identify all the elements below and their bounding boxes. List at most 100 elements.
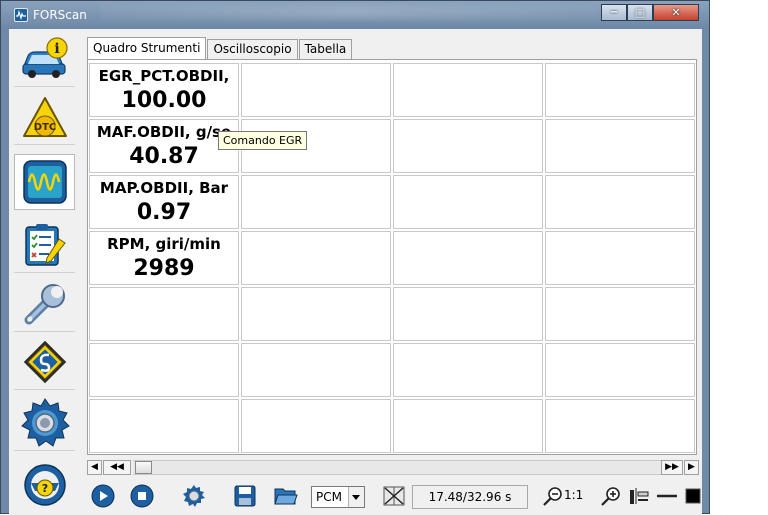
settings-gear-icon [20,397,70,447]
dashboard-grid: EGR_PCT.OBDII, 100.00 MAF.OBDII, g/se 40… [87,59,697,455]
empty-gauge-slot[interactable] [393,231,543,285]
maximize-button[interactable]: □ [627,4,653,21]
play-button[interactable] [89,483,117,509]
forscan-app-icon[interactable] [14,8,28,22]
egr-tooltip: Comando EGR [218,131,308,150]
scroll-track[interactable] [133,460,661,475]
maximize-icon: □ [634,6,646,19]
chevron-down-icon[interactable] [348,487,364,507]
dtc-icon-label: DTC [33,122,55,133]
split-view-button[interactable] [625,483,653,509]
zoom-in-button[interactable] [597,483,625,509]
zoom-in-icon [601,487,620,506]
gauge-egr-pct[interactable]: EGR_PCT.OBDII, 100.00 [89,63,239,117]
sidebar-item-oscilloscope[interactable] [14,154,75,210]
scroll-right-button[interactable]: ▶ [684,460,699,475]
tab-oscilloscopio[interactable]: Oscilloscopio [207,39,298,59]
empty-gauge-slot[interactable] [545,119,695,173]
svg-text:?: ? [41,482,47,495]
bottom-toolbar: PCM 17.48/32.96 s 1:1 [87,480,701,510]
empty-gauge-slot[interactable] [393,119,543,173]
empty-gauge-slot[interactable] [241,287,391,341]
vehicle-info-icon: i [21,36,68,78]
tab-quadro-strumenti[interactable]: Quadro Strumenti [87,37,207,59]
window-title: FORScan [33,8,87,22]
sidebar-item-dtc[interactable]: DTC [14,89,75,145]
sidebar-item-vehicle-info[interactable]: i [14,31,75,87]
empty-gauge-slot[interactable] [241,399,391,453]
play-icon [91,484,115,508]
empty-gauge-slot[interactable] [393,399,543,453]
module-select[interactable]: PCM [311,486,365,508]
gauge-rpm[interactable]: RPM, giri/min 2989 [89,231,239,285]
dtc-icon: DTC [22,96,67,137]
color-button[interactable] [679,483,707,509]
empty-gauge-slot[interactable] [89,287,239,341]
close-button[interactable]: ✕ [653,4,699,21]
sidebar-item-programming[interactable] [14,334,75,390]
scroll-to-end-button[interactable]: ▶▶ [661,460,683,475]
empty-gauge-slot[interactable] [545,231,695,285]
gauge-value: 100.00 [121,88,207,113]
scroll-thumb[interactable] [135,461,152,474]
stop-button[interactable] [128,483,156,509]
title-bar-background [101,5,601,19]
empty-gauge-slot[interactable] [545,287,695,341]
time-readout: 17.48/32.96 s [412,485,528,509]
line-style-button[interactable] [653,483,681,509]
minimize-icon: ‒ [610,5,618,18]
empty-gauge-slot[interactable] [241,231,391,285]
gauge-value: 2989 [133,256,195,281]
empty-gauge-slot[interactable] [393,63,543,117]
empty-gauge-slot[interactable] [89,343,239,397]
gauge-label: MAP.OBDII, Bar [99,179,229,197]
empty-gauge-slot[interactable] [393,175,543,229]
zoom-out-button[interactable] [539,483,567,509]
zoom-ratio[interactable]: 1:1 [564,488,583,502]
module-select-value: PCM [316,490,342,504]
gauge-value: 0.97 [136,200,192,225]
empty-gauge-slot[interactable] [545,175,695,229]
sidebar: i DTC ? [9,29,75,515]
stop-icon [130,484,154,508]
scroll-left-button[interactable]: ◀ [87,460,102,475]
zoom-out-icon [543,487,562,506]
scroll-to-start-button[interactable]: ◀◀ [103,460,131,475]
view-tabs: Quadro Strumenti Oscilloscopio Tabella [87,37,353,59]
sidebar-item-help[interactable]: ? [14,457,75,513]
wrench-icon [24,283,65,324]
empty-gauge-slot[interactable] [241,63,391,117]
crossed-gauge-icon [383,486,405,506]
tab-tabella[interactable]: Tabella [298,39,353,59]
black-square-icon [685,488,701,504]
empty-gauge-slot[interactable] [89,399,239,453]
empty-gauge-slot[interactable] [241,343,391,397]
line-icon [657,494,677,498]
module-programming-icon [23,340,66,383]
empty-gauge-slot[interactable] [545,343,695,397]
gear-icon [183,485,205,507]
timeline-scrollbar[interactable]: ◀ ◀◀ ▶▶ ▶ [87,460,699,475]
empty-gauge-slot[interactable] [545,399,695,453]
open-button[interactable] [272,483,300,509]
gauge-label: EGR_PCT.OBDII, [98,67,230,85]
configure-button[interactable] [180,483,208,509]
sidebar-item-settings[interactable] [14,395,75,451]
empty-gauge-slot[interactable] [393,287,543,341]
empty-gauge-slot[interactable] [393,343,543,397]
gauge-value: 40.87 [129,144,199,169]
gauge-maf[interactable]: MAF.OBDII, g/se 40.87 [89,119,239,173]
empty-gauge-slot[interactable] [545,63,695,117]
help-steering-wheel-icon: ? [23,464,66,506]
sidebar-item-service[interactable] [14,276,75,332]
svg-text:i: i [54,41,59,57]
save-icon [234,485,256,507]
sidebar-item-checklist[interactable] [14,217,75,273]
remove-gauge-button[interactable] [380,483,408,509]
save-button[interactable] [231,483,259,509]
title-bar[interactable]: FORScan ‒ □ ✕ [1,1,709,29]
gauge-map[interactable]: MAP.OBDII, Bar 0.97 [89,175,239,229]
minimize-button[interactable]: ‒ [601,4,627,21]
forscan-window: FORScan ‒ □ ✕ i DTC ? Quadro Strumenti O… [0,0,710,515]
empty-gauge-slot[interactable] [241,175,391,229]
